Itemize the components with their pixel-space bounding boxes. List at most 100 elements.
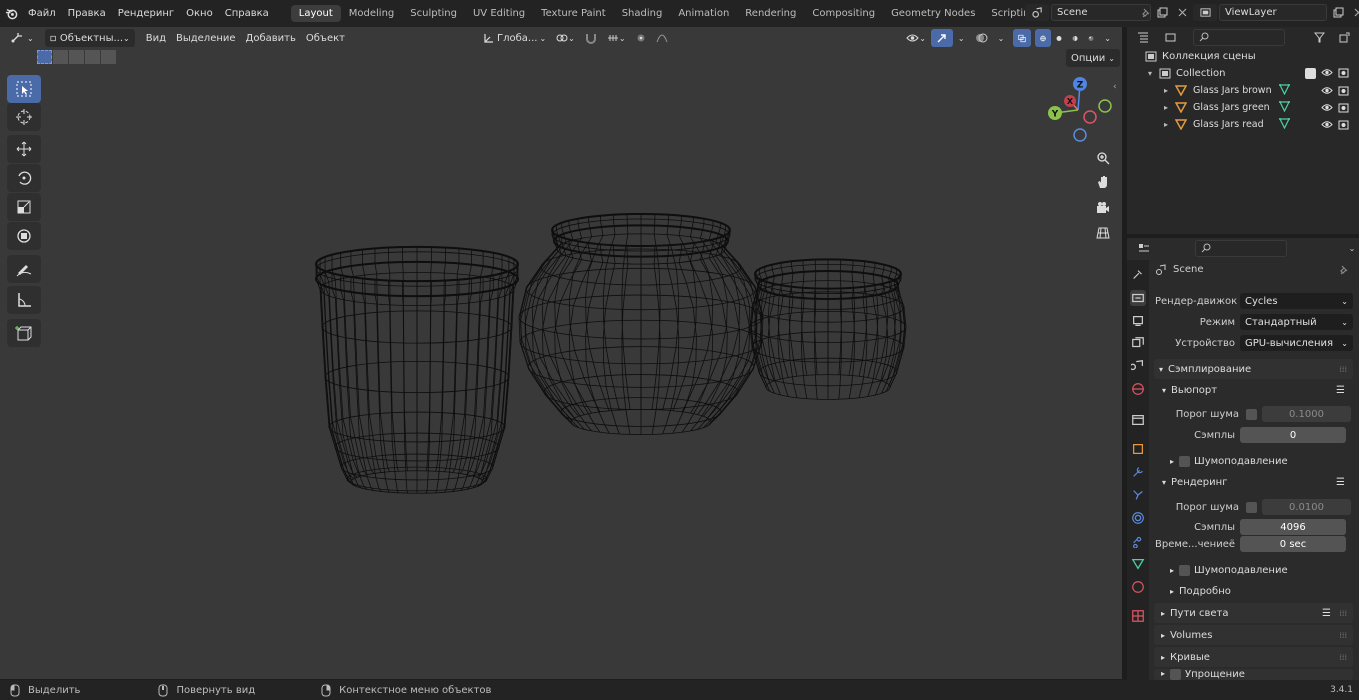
tab-animation[interactable]: Animation	[670, 5, 737, 22]
data-tab[interactable]	[1130, 556, 1146, 572]
time-limit-field[interactable]: 0 sec	[1240, 536, 1346, 552]
viewport-subpanel-header[interactable]: ▾ Вьюпорт ☰	[1162, 381, 1353, 399]
view-layer-browse-icon[interactable]	[1193, 4, 1217, 21]
mesh-data-icon[interactable]	[1279, 118, 1290, 129]
expand-arrow-icon[interactable]: ▸	[1164, 120, 1168, 129]
advanced-subpanel-header[interactable]: ▸ Подробно	[1162, 582, 1353, 600]
eye-icon[interactable]	[1321, 103, 1333, 112]
viewport-samples-field[interactable]: 0	[1240, 427, 1346, 443]
outliner-object-row[interactable]: ▸ Glass Jars brown	[1127, 82, 1359, 99]
tab-rendering[interactable]: Rendering	[737, 5, 804, 22]
menu-file[interactable]: Файл	[22, 8, 62, 19]
collection-row[interactable]: ▾ Collection	[1127, 65, 1359, 82]
light-paths-panel-header[interactable]: ▸ Пути света ☰ ⁞⁞⁞	[1154, 603, 1353, 623]
output-tab[interactable]	[1130, 313, 1146, 329]
properties-editor-type-icon[interactable]	[1131, 240, 1157, 257]
collection-exclude-checkbox[interactable]	[1305, 68, 1316, 79]
display-mode-icon[interactable]	[1159, 29, 1183, 46]
mesh-data-icon[interactable]	[1279, 84, 1290, 95]
simplify-panel-header[interactable]: ▸ Упрощение	[1154, 669, 1353, 680]
modifier-tab[interactable]	[1130, 464, 1146, 480]
outliner-object-row[interactable]: ▸ Glass Jars read	[1127, 116, 1359, 133]
tab-shading[interactable]: Shading	[614, 5, 671, 22]
render-camera-icon[interactable]	[1338, 67, 1349, 78]
tab-layout[interactable]: Layout	[290, 5, 341, 22]
drag-handle-icon[interactable]: ⁞⁞⁞	[1339, 365, 1347, 374]
blender-logo-icon[interactable]	[0, 7, 22, 20]
outliner-editor-type-icon[interactable]	[1131, 29, 1155, 46]
outliner-search[interactable]	[1193, 28, 1285, 46]
sampling-panel-header[interactable]: ▾ Сэмплирование ⁞⁞⁞	[1154, 359, 1353, 379]
physics-tab[interactable]	[1130, 510, 1146, 526]
viewport-noise-checkbox[interactable]	[1246, 408, 1257, 420]
texture-tab[interactable]	[1130, 608, 1146, 624]
render-denoise-checkbox[interactable]	[1179, 564, 1191, 576]
expand-arrow-icon[interactable]: ▾	[1148, 69, 1152, 78]
viewport-denoise-checkbox[interactable]	[1179, 455, 1191, 467]
render-camera-icon[interactable]	[1338, 119, 1349, 130]
render-subpanel-header[interactable]: ▾ Рендеринг ☰	[1162, 473, 1353, 491]
presets-list-icon[interactable]: ☰	[1336, 477, 1345, 488]
mode-dropdown[interactable]: Стандартный ⌄	[1240, 314, 1353, 330]
new-scene-icon[interactable]	[1153, 4, 1171, 21]
collection-tab[interactable]	[1130, 412, 1146, 428]
3d-viewport[interactable]: ⌄ Объектны... ⌄ Вид Выделение Добавить О…	[0, 27, 1122, 679]
tab-texture-paint[interactable]: Texture Paint	[533, 5, 614, 22]
view-layer-tab[interactable]	[1130, 335, 1146, 351]
mesh-data-icon[interactable]	[1279, 101, 1290, 112]
render-tab[interactable]	[1130, 290, 1146, 306]
menu-window[interactable]: Окно	[180, 8, 219, 19]
tab-modeling[interactable]: Modeling	[341, 5, 403, 22]
new-view-layer-icon[interactable]	[1329, 4, 1347, 21]
render-engine-dropdown[interactable]: Cycles ⌄	[1240, 293, 1353, 309]
pin-icon[interactable]	[1339, 265, 1349, 275]
tab-compositing[interactable]: Compositing	[804, 5, 883, 22]
tool-tab[interactable]	[1130, 267, 1146, 283]
new-collection-icon[interactable]	[1335, 29, 1353, 46]
volumes-panel-header[interactable]: ▸ Volumes ⁞⁞⁞	[1154, 625, 1353, 645]
delete-view-layer-icon[interactable]	[1349, 4, 1359, 21]
material-tab[interactable]	[1130, 579, 1146, 595]
presets-list-icon[interactable]: ☰	[1336, 385, 1345, 396]
world-tab[interactable]	[1130, 381, 1146, 397]
scene-name-field[interactable]: Scene	[1051, 4, 1151, 21]
delete-scene-icon[interactable]	[1173, 4, 1191, 21]
curves-panel-header[interactable]: ▸ Кривые ⁞⁞⁞	[1154, 647, 1353, 667]
eye-icon[interactable]	[1321, 68, 1333, 77]
menu-edit[interactable]: Правка	[62, 8, 112, 19]
render-camera-icon[interactable]	[1338, 102, 1349, 113]
expand-arrow-icon[interactable]: ▸	[1164, 103, 1168, 112]
menu-render[interactable]: Рендеринг	[112, 8, 180, 19]
scene-collection-row[interactable]: Коллекция сцены	[1127, 48, 1359, 65]
drag-handle-icon[interactable]: ⁞⁞⁞	[1339, 609, 1347, 618]
drag-handle-icon[interactable]: ⁞⁞⁞	[1339, 653, 1347, 662]
render-denoise-header[interactable]: ▸ Шумоподавление	[1162, 561, 1353, 579]
tab-sculpting[interactable]: Sculpting	[402, 5, 465, 22]
drag-handle-icon[interactable]: ⁞⁞⁞	[1339, 631, 1347, 640]
simplify-checkbox[interactable]	[1170, 669, 1182, 680]
render-camera-icon[interactable]	[1338, 85, 1349, 96]
presets-list-icon[interactable]: ☰	[1322, 608, 1331, 619]
view-layer-name-field[interactable]: ViewLayer	[1219, 4, 1327, 21]
filter-icon[interactable]	[1307, 29, 1331, 46]
scene-browse-icon[interactable]	[1025, 4, 1049, 21]
outliner-object-row[interactable]: ▸ Glass Jars green	[1127, 99, 1359, 116]
properties-search[interactable]	[1195, 239, 1287, 257]
expand-arrow-icon[interactable]: ▸	[1164, 86, 1168, 95]
tab-geometry-nodes[interactable]: Geometry Nodes	[883, 5, 983, 22]
render-samples-field[interactable]: 4096	[1240, 519, 1346, 535]
viewport-noise-field[interactable]: 0.1000	[1262, 406, 1351, 422]
render-noise-field[interactable]: 0.0100	[1262, 499, 1351, 515]
eye-icon[interactable]	[1321, 86, 1333, 95]
pin-icon[interactable]	[1137, 4, 1155, 21]
tab-uv-editing[interactable]: UV Editing	[465, 5, 533, 22]
object-tab[interactable]	[1130, 441, 1146, 457]
device-dropdown[interactable]: GPU-вычисления ⌄	[1240, 335, 1353, 351]
viewport-denoise-header[interactable]: ▸ Шумоподавление	[1162, 452, 1353, 470]
properties-scrollbar[interactable]	[1354, 260, 1357, 680]
particles-tab[interactable]	[1130, 487, 1146, 503]
constraints-tab[interactable]	[1130, 533, 1146, 549]
menu-help[interactable]: Справка	[219, 8, 275, 19]
render-noise-checkbox[interactable]	[1246, 501, 1257, 513]
properties-options-dropdown[interactable]: ⌄	[1343, 240, 1359, 257]
